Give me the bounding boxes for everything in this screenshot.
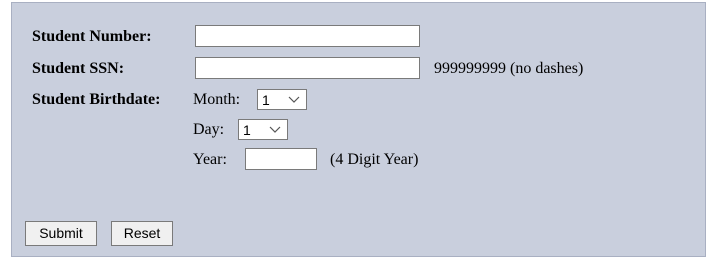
submit-button[interactable]: Submit bbox=[25, 221, 97, 246]
month-selected-value: 1 bbox=[262, 92, 270, 108]
chevron-down-icon bbox=[288, 96, 300, 103]
month-label: Month: bbox=[193, 91, 241, 108]
year-input[interactable] bbox=[245, 148, 317, 170]
reset-button[interactable]: Reset bbox=[111, 221, 173, 246]
student-ssn-input[interactable] bbox=[195, 57, 420, 79]
chevron-down-icon bbox=[269, 126, 281, 133]
student-number-input[interactable] bbox=[195, 25, 420, 47]
year-label: Year: bbox=[193, 151, 227, 168]
day-select[interactable]: 1 bbox=[238, 119, 288, 140]
month-select[interactable]: 1 bbox=[257, 89, 307, 110]
student-birthdate-label: Student Birthdate: bbox=[32, 91, 161, 108]
student-number-label: Student Number: bbox=[32, 28, 152, 45]
day-label: Day: bbox=[193, 121, 225, 138]
ssn-format-hint: 999999999 (no dashes) bbox=[434, 60, 584, 77]
day-selected-value: 1 bbox=[243, 122, 251, 138]
student-lookup-form: Student Number: Student SSN: 999999999 (… bbox=[11, 2, 706, 257]
year-format-hint: (4 Digit Year) bbox=[330, 151, 419, 168]
student-ssn-label: Student SSN: bbox=[32, 60, 125, 77]
